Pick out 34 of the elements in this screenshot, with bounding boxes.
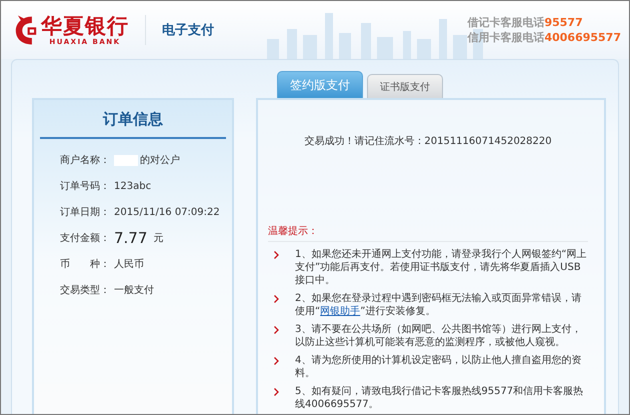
chevron-icon (274, 295, 279, 303)
tip-text: 5、如有疑问，请致电我行借记卡客服热线95577和信用卡客服热线4006695577。 (295, 385, 584, 411)
chevron-icon (274, 251, 279, 259)
tip-text: 1、如果您还未开通网上支付功能，请登录我行个人网银签约“网上支付”功能后再支付。若使用证书版支付，请先将华夏盾插入USB接口中。 (295, 248, 588, 287)
field-label: 币 种： (60, 258, 104, 271)
field-label: 交易类型： (60, 284, 104, 297)
field-value: 一般支付 (114, 284, 154, 297)
bank-logo-icon (15, 15, 37, 45)
field-value: 2015/11/16 07:09:22 (114, 206, 220, 218)
payment-tab[interactable]: 证书版支付 (367, 74, 443, 98)
field-label: 订单号码： (60, 180, 104, 193)
tip-text: 4、请为您所使用的计算机设定密码，以防止他人擅自盗用您的资料。 (295, 354, 582, 380)
redacted-block (114, 154, 138, 166)
success-message: 交易成功！请记住流水号：20151116071452028220 (303, 134, 553, 149)
chevron-icon (274, 326, 279, 334)
tip-text: 2、如果您在登录过程中遇到密码框无法输入或页面异常错误，请使用“网银助手”进行安装修复。 (295, 292, 582, 318)
assistant-link[interactable]: 网银助手 (320, 306, 360, 317)
bank-name: 华夏银行 (41, 14, 129, 38)
field-label: 订单日期： (60, 206, 104, 219)
field-value: 人民币 (114, 258, 144, 271)
hotline-text: 借记卡客服电话95577 (467, 15, 584, 30)
hotline-text: 信用卡客服电话4006695577 (467, 30, 621, 45)
tip-text: 3、请不要在公共场所（如网吧、公共图书馆等）进行网上支付，以防止这些计算机可能装有恶意的监测程序，或被他人窥视。 (295, 323, 582, 349)
currency-unit: 元 (153, 232, 164, 245)
section-title: 电子支付 (162, 22, 214, 39)
field-label: 商户名称： (60, 154, 104, 167)
chevron-icon (274, 388, 279, 396)
field-value: 123abc (114, 180, 152, 192)
field-label: 支付金额： (60, 232, 104, 245)
chevron-icon (274, 357, 279, 365)
order-title: 订单信息 (40, 100, 226, 139)
amount-value: 7.77 (114, 229, 148, 247)
field-value: 的对公户 (140, 154, 180, 167)
tips-title: 温馨提示： (268, 224, 588, 242)
